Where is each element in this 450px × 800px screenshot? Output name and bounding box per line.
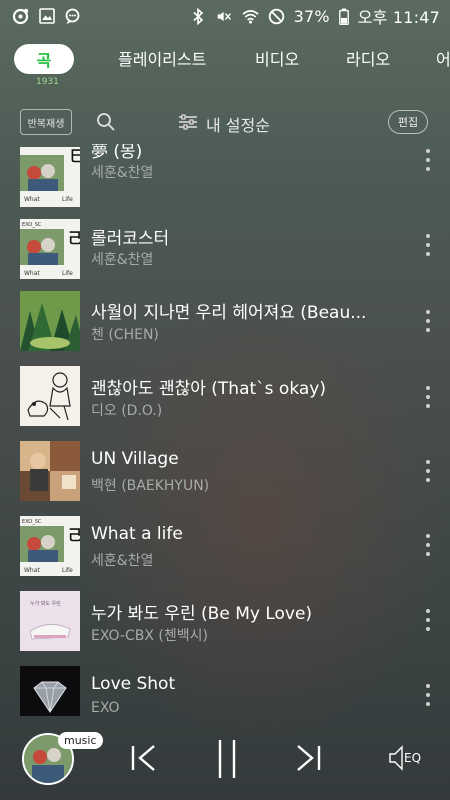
svg-text:What: What [24, 196, 40, 203]
song-row[interactable]: EXO_SC 己 What Life 롤러코스터 세훈&찬열 [0, 207, 450, 282]
song-title: What a life [91, 524, 183, 544]
song-artist: 첸 (CHEN) [91, 327, 159, 343]
repeat-label: 반복재생 [27, 118, 65, 130]
song-artist: 세훈&찬열 [91, 252, 154, 268]
more-options-button[interactable] [422, 684, 434, 706]
battery-level: 37% [293, 6, 330, 26]
song-row[interactable]: 누가 봐도 우린 누가 봐도 우린 (Be My Love) EXO-CBX (… [0, 583, 450, 658]
sort-selector[interactable]: 내 설정순 [178, 112, 270, 136]
clock: 오후 11:47 [357, 8, 440, 27]
more-options-button[interactable] [422, 310, 434, 332]
do-not-disturb-icon [268, 8, 285, 25]
logo-label: 곡 [36, 51, 52, 70]
svg-text:己: 己 [68, 231, 80, 247]
svg-text:巳: 巳 [70, 149, 80, 165]
tab-more[interactable]: 어 [436, 46, 450, 70]
album-art [20, 291, 80, 351]
tab-songs-logo[interactable]: 곡 1931 [14, 40, 78, 87]
song-title: UN Village [91, 449, 179, 469]
album-art: 巳 What Life [20, 147, 80, 207]
svg-text:己: 己 [68, 528, 80, 544]
next-track-button[interactable] [296, 738, 322, 782]
notification-icon [64, 8, 81, 25]
battery-icon [338, 8, 349, 25]
song-title: 사월이 지나면 우리 헤어져요 (Beau... [91, 303, 367, 323]
repeat-button[interactable]: 반복재생 [20, 109, 72, 135]
song-row[interactable]: 巳 What Life 夢 (몽) 세훈&찬열 [0, 144, 450, 207]
song-title: 夢 (몽) [91, 144, 143, 162]
more-options-button[interactable] [422, 534, 434, 556]
album-art [20, 666, 80, 716]
song-row[interactable]: Love Shot EXO [0, 658, 450, 716]
svg-text:Life: Life [62, 196, 73, 203]
tab-playlist[interactable]: 플레이리스트 [118, 46, 206, 70]
svg-text:Life: Life [62, 270, 73, 277]
song-row[interactable]: UN Village 백현 (BAEKHYUN) [0, 433, 450, 508]
sync-icon [12, 8, 29, 25]
mute-icon [216, 8, 233, 25]
bluetooth-icon [190, 7, 207, 25]
song-row[interactable]: 괜찮아도 괜찮아 (That`s okay) 디오 (D.O.) [0, 358, 450, 433]
top-tab-bar: 곡 1931 플레이리스트 비디오 라디오 어 [0, 34, 450, 87]
svg-text:누가 봐도 우린: 누가 봐도 우린 [30, 600, 61, 607]
svg-text:EXO_SC: EXO_SC [22, 519, 42, 525]
sort-label: 내 설정순 [206, 116, 270, 135]
song-title: 누가 봐도 우린 (Be My Love) [91, 604, 313, 624]
edit-label: 편집 [397, 116, 419, 129]
more-options-button[interactable] [422, 609, 434, 631]
gallery-icon [38, 8, 55, 25]
svg-text:Life: Life [62, 567, 73, 574]
album-art: 누가 봐도 우린 [20, 591, 80, 651]
logo-sub: 1931 [36, 77, 59, 87]
song-row[interactable]: EXO_SC 己 What Life What a life 세훈&찬열 [0, 508, 450, 583]
album-art: EXO_SC 己 What Life [20, 516, 80, 576]
more-options-button[interactable] [422, 460, 434, 482]
wifi-icon [241, 8, 259, 25]
album-art [20, 366, 80, 426]
song-title: 롤러코스터 [91, 229, 170, 249]
song-artist: 디오 (D.O.) [91, 403, 163, 419]
album-art: EXO_SC 己 What Life [20, 219, 80, 279]
edit-button[interactable]: 편집 [388, 110, 428, 134]
pause-button[interactable] [216, 738, 238, 784]
song-list: 巳 What Life 夢 (몽) 세훈&찬열 EXO_SC 己 What Life 롤러… [0, 144, 450, 716]
music-badge-label: music [64, 734, 97, 747]
song-artist: EXO [91, 700, 120, 716]
song-row[interactable]: 사월이 지나면 우리 헤어져요 (Beau... 첸 (CHEN) [0, 282, 450, 357]
more-options-button[interactable] [422, 149, 434, 171]
eq-button[interactable]: EQ [388, 744, 421, 772]
status-bar: 37% 오후 11:47 [0, 0, 450, 32]
logo-pill: 곡 [14, 44, 74, 74]
eq-label: EQ [404, 751, 422, 765]
music-badge: music [58, 732, 103, 749]
tab-video[interactable]: 비디오 [255, 46, 299, 70]
svg-text:What: What [24, 567, 40, 574]
album-art [20, 441, 80, 501]
svg-text:EXO_SC: EXO_SC [22, 222, 42, 228]
tab-radio[interactable]: 라디오 [346, 46, 390, 70]
svg-text:What: What [24, 270, 40, 277]
song-artist: 세훈&찬열 [91, 165, 154, 181]
sort-icon [178, 113, 198, 135]
song-artist: 백현 (BAEKHYUN) [91, 478, 210, 494]
song-title: 괜찮아도 괜찮아 (That`s okay) [91, 379, 326, 399]
song-title: Love Shot [91, 674, 176, 694]
song-artist: 세훈&찬열 [91, 553, 154, 569]
previous-track-button[interactable] [130, 738, 156, 782]
mini-player: music EQ [0, 718, 450, 800]
more-options-button[interactable] [422, 234, 434, 256]
list-toolbar: 반복재생 내 설정순 편집 [0, 106, 450, 140]
search-icon[interactable] [96, 112, 116, 136]
more-options-button[interactable] [422, 386, 434, 408]
song-artist: EXO-CBX (첸백시) [91, 628, 208, 644]
